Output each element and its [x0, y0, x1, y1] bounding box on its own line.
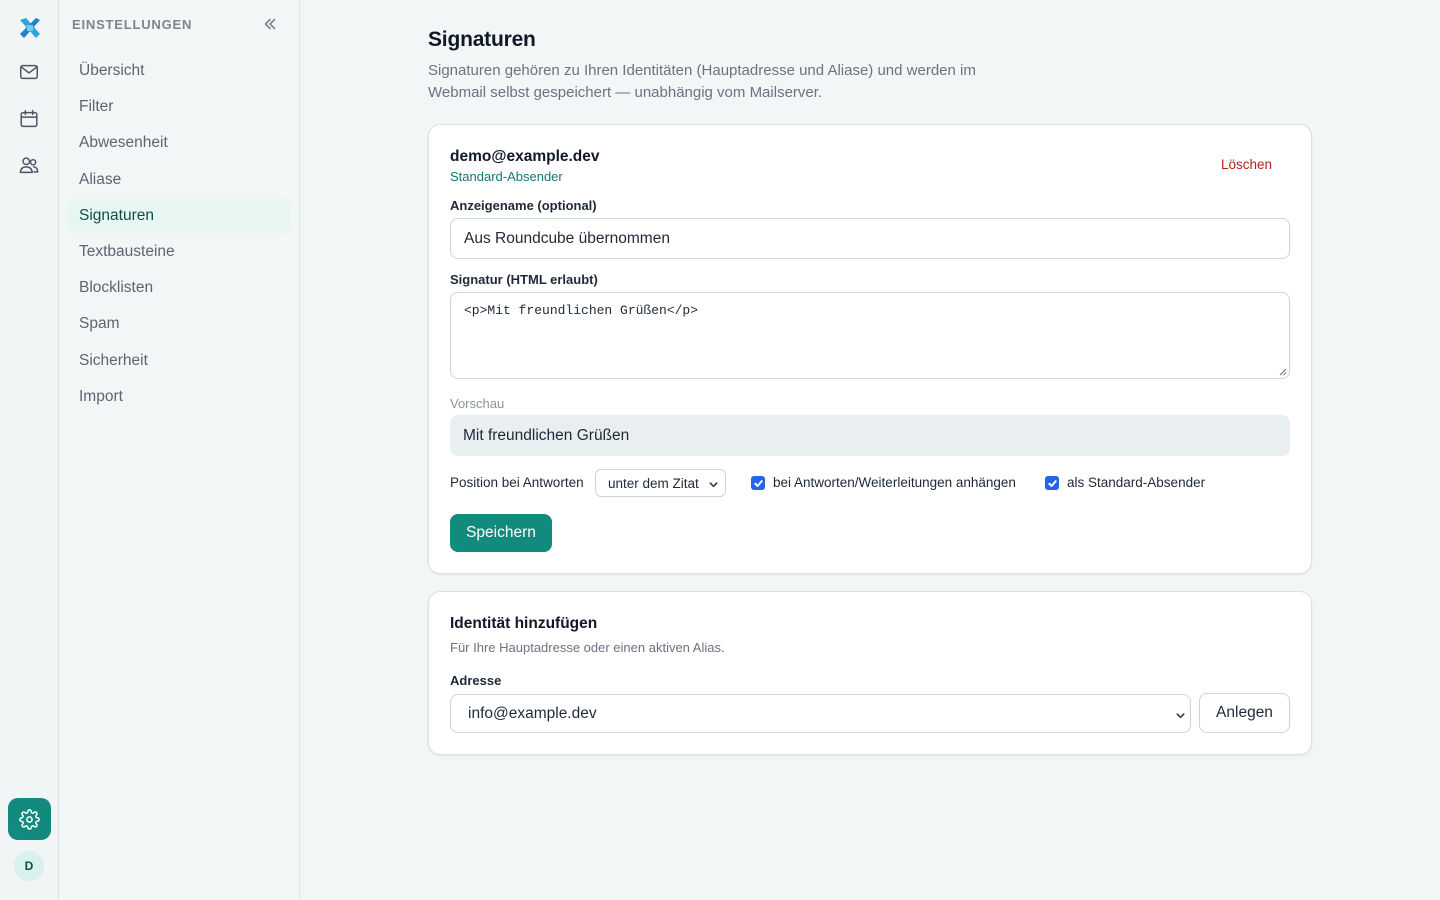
append-reply-label[interactable]: bei Antworten/Weiterleitungen anhängen	[773, 475, 1016, 490]
page-title: Signaturen	[428, 28, 536, 51]
delete-identity-button[interactable]: Löschen	[1221, 157, 1272, 172]
chevron-down-icon	[708, 478, 719, 489]
display-name-input[interactable]: Aus Roundcube übernommen	[450, 218, 1290, 259]
sidebar-item-aliase[interactable]: Aliase	[68, 163, 290, 197]
create-identity-button[interactable]: Anlegen	[1199, 693, 1290, 733]
identity-card: demo@example.dev Standard-Absender Lösch…	[428, 124, 1312, 574]
chevron-down-icon	[1175, 708, 1186, 719]
add-identity-card: Identität hinzufügen Für Ihre Hauptadres…	[428, 591, 1312, 755]
sidebar-item-spam[interactable]: Spam	[68, 307, 290, 341]
signature-text: <p>Mit freundlichen Grüßen</p>	[464, 303, 699, 318]
signature-label: Signatur (HTML erlaubt)	[450, 272, 598, 287]
position-select[interactable]: unter dem Zitat	[595, 469, 726, 497]
sidebar-heading: EINSTELLUNGEN	[72, 17, 193, 32]
display-name-label: Anzeigename (optional)	[450, 198, 597, 213]
main-content: Signaturen Signaturen gehören zu Ihren I…	[300, 0, 1440, 900]
identity-email: demo@example.dev	[450, 148, 600, 165]
check-icon	[1047, 479, 1057, 487]
default-sender-badge: Standard-Absender	[450, 169, 563, 184]
default-sender-checkbox[interactable]	[1045, 476, 1059, 490]
mail-icon[interactable]	[15, 58, 43, 86]
add-identity-description: Für Ihre Hauptadresse oder einen aktiven…	[450, 640, 725, 655]
collapse-sidebar-icon[interactable]	[262, 16, 278, 32]
settings-button[interactable]	[8, 798, 51, 840]
resize-handle-icon[interactable]	[1278, 367, 1287, 376]
signature-preview: Mit freundlichen Grüßen	[450, 415, 1290, 456]
sidebar-item-signaturen[interactable]: Signaturen	[68, 198, 290, 233]
settings-nav: Übersicht Filter Abwesenheit Aliase Sign…	[68, 54, 290, 416]
settings-sidebar: EINSTELLUNGEN Übersicht Filter Abwesenhe…	[60, 0, 300, 900]
signature-textarea[interactable]: <p>Mit freundlichen Grüßen</p>	[450, 292, 1290, 379]
address-select[interactable]: info@example.dev	[450, 694, 1191, 733]
sidebar-item-sicherheit[interactable]: Sicherheit	[68, 344, 290, 378]
sidebar-item-import[interactable]: Import	[68, 380, 290, 414]
sidebar-item-abwesenheit[interactable]: Abwesenheit	[68, 126, 290, 160]
address-label: Adresse	[450, 673, 502, 688]
address-select-value: info@example.dev	[468, 704, 597, 722]
sidebar-item-textbausteine[interactable]: Textbausteine	[68, 235, 290, 269]
settings-gear-icon	[19, 808, 40, 830]
sidebar-item-filter[interactable]: Filter	[68, 90, 290, 124]
icon-rail: D	[0, 0, 59, 900]
sidebar-item-uebersicht[interactable]: Übersicht	[68, 54, 290, 88]
check-icon	[753, 479, 763, 487]
preview-label: Vorschau	[450, 396, 505, 411]
sidebar-item-blocklisten[interactable]: Blocklisten	[68, 271, 290, 305]
position-select-value: unter dem Zitat	[608, 475, 699, 491]
add-identity-title: Identität hinzufügen	[450, 615, 598, 632]
page-description: Signaturen gehören zu Ihren Identitäten …	[428, 62, 976, 101]
contacts-icon[interactable]	[15, 151, 43, 179]
default-sender-label[interactable]: als Standard-Absender	[1067, 475, 1205, 490]
append-reply-checkbox[interactable]	[751, 476, 765, 490]
app-logo-icon[interactable]	[16, 14, 44, 42]
position-label: Position bei Antworten	[450, 475, 584, 490]
calendar-icon[interactable]	[15, 105, 43, 133]
user-avatar[interactable]: D	[14, 851, 44, 881]
save-button[interactable]: Speichern	[450, 514, 552, 552]
